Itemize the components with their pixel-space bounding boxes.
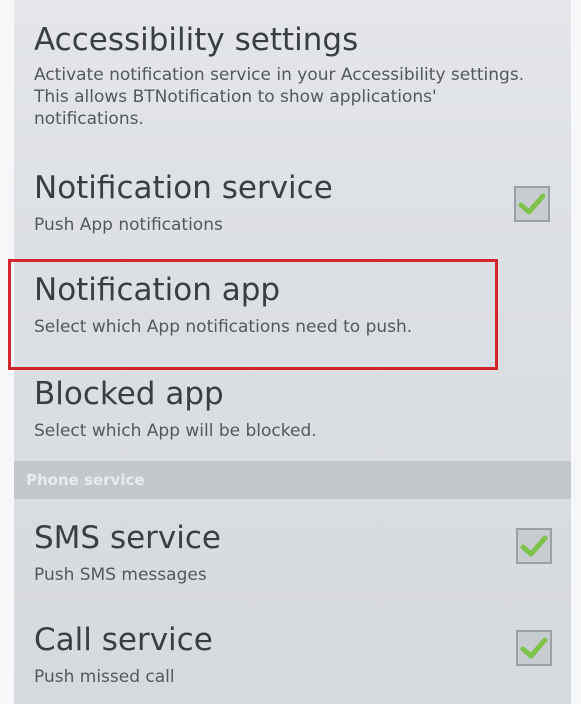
blocked-app-summary: Select which App will be blocked. [34,421,317,441]
accessibility-settings-summary: Activate notification service in your Ac… [34,65,525,129]
accessibility-settings-item[interactable]: Accessibility settings Activate notifica… [34,22,563,130]
phone-service-category: Phone service [14,461,571,499]
phone-service-category-label: Phone service [26,471,145,489]
sms-service-item[interactable]: SMS service Push SMS messages [34,520,563,586]
checkmark-icon [520,535,548,557]
call-service-title: Call service [34,622,213,658]
frame-right [571,0,581,704]
sms-service-title: SMS service [34,520,221,556]
checkmark-icon [520,637,548,659]
sms-service-checkbox[interactable] [516,528,552,564]
notification-service-summary: Push App notifications [34,215,223,235]
sms-service-summary: Push SMS messages [34,565,207,585]
blocked-app-item[interactable]: Blocked app Select which App will be blo… [34,376,563,442]
notification-service-title: Notification service [34,170,333,206]
notification-service-item[interactable]: Notification service Push App notificati… [34,170,563,236]
settings-screen: Accessibility settings Activate notifica… [0,0,581,704]
call-service-checkbox[interactable] [516,630,552,666]
highlight-box [8,259,498,370]
accessibility-settings-title: Accessibility settings [34,22,359,58]
blocked-app-title: Blocked app [34,376,224,412]
checkmark-icon [518,193,546,215]
call-service-summary: Push missed call [34,667,175,687]
notification-service-checkbox[interactable] [514,186,550,222]
call-service-item[interactable]: Call service Push missed call [34,622,563,688]
